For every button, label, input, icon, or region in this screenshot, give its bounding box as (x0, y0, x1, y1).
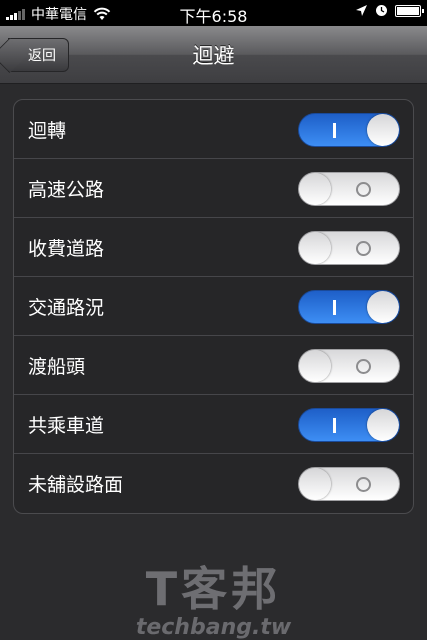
toggle-off-mark-icon (356, 182, 371, 197)
option-label: 交通路況 (28, 297, 105, 319)
back-button-label: 返回 (28, 48, 56, 64)
alarm-icon (376, 5, 387, 16)
option-row: 渡船頭 (14, 336, 413, 395)
toggle-on-mark-icon (333, 300, 336, 315)
navigation-bar: 返回 迴避 (0, 26, 427, 84)
status-right (355, 4, 424, 17)
option-toggle-switch[interactable] (298, 408, 400, 442)
option-label: 迴轉 (28, 120, 67, 142)
option-row: 交通路況 (14, 277, 413, 336)
watermark: T客邦 techbang.tw (0, 565, 427, 640)
location-icon (356, 5, 367, 16)
option-toggle-switch[interactable] (298, 172, 400, 206)
option-row: 收費道路 (14, 218, 413, 277)
toggle-knob[interactable] (299, 173, 331, 205)
watermark-logo: T客邦 (145, 562, 282, 616)
option-toggle-switch[interactable] (298, 290, 400, 324)
option-label: 渡船頭 (28, 356, 86, 378)
avoid-options-list: 迴轉高速公路收費道路交通路況渡船頭共乘車道未舖設路面 (13, 99, 414, 514)
page-title: 迴避 (192, 44, 235, 68)
toggle-knob[interactable] (367, 291, 399, 323)
battery-icon (395, 4, 424, 17)
option-label: 共乘車道 (28, 415, 105, 437)
option-toggle-switch[interactable] (298, 467, 400, 501)
option-row: 未舖設路面 (14, 454, 413, 513)
toggle-knob[interactable] (367, 409, 399, 441)
option-toggle-switch[interactable] (298, 349, 400, 383)
toggle-on-mark-icon (333, 418, 336, 433)
option-row: 迴轉 (14, 100, 413, 159)
option-row: 共乘車道 (14, 395, 413, 454)
status-bar: 中華電信 下午6:58 (0, 0, 427, 26)
toggle-on-mark-icon (333, 123, 336, 138)
option-label: 收費道路 (28, 238, 105, 260)
toggle-knob[interactable] (299, 232, 331, 264)
option-label: 高速公路 (28, 179, 105, 201)
toggle-off-mark-icon (356, 477, 371, 492)
option-label: 未舖設路面 (28, 474, 124, 496)
toggle-off-mark-icon (356, 241, 371, 256)
option-row: 高速公路 (14, 159, 413, 218)
toggle-off-mark-icon (356, 359, 371, 374)
toggle-knob[interactable] (299, 468, 331, 500)
watermark-url: techbang.tw (135, 615, 292, 640)
toggle-knob[interactable] (367, 114, 399, 146)
toggle-knob[interactable] (299, 350, 331, 382)
option-toggle-switch[interactable] (298, 231, 400, 265)
option-toggle-switch[interactable] (298, 113, 400, 147)
